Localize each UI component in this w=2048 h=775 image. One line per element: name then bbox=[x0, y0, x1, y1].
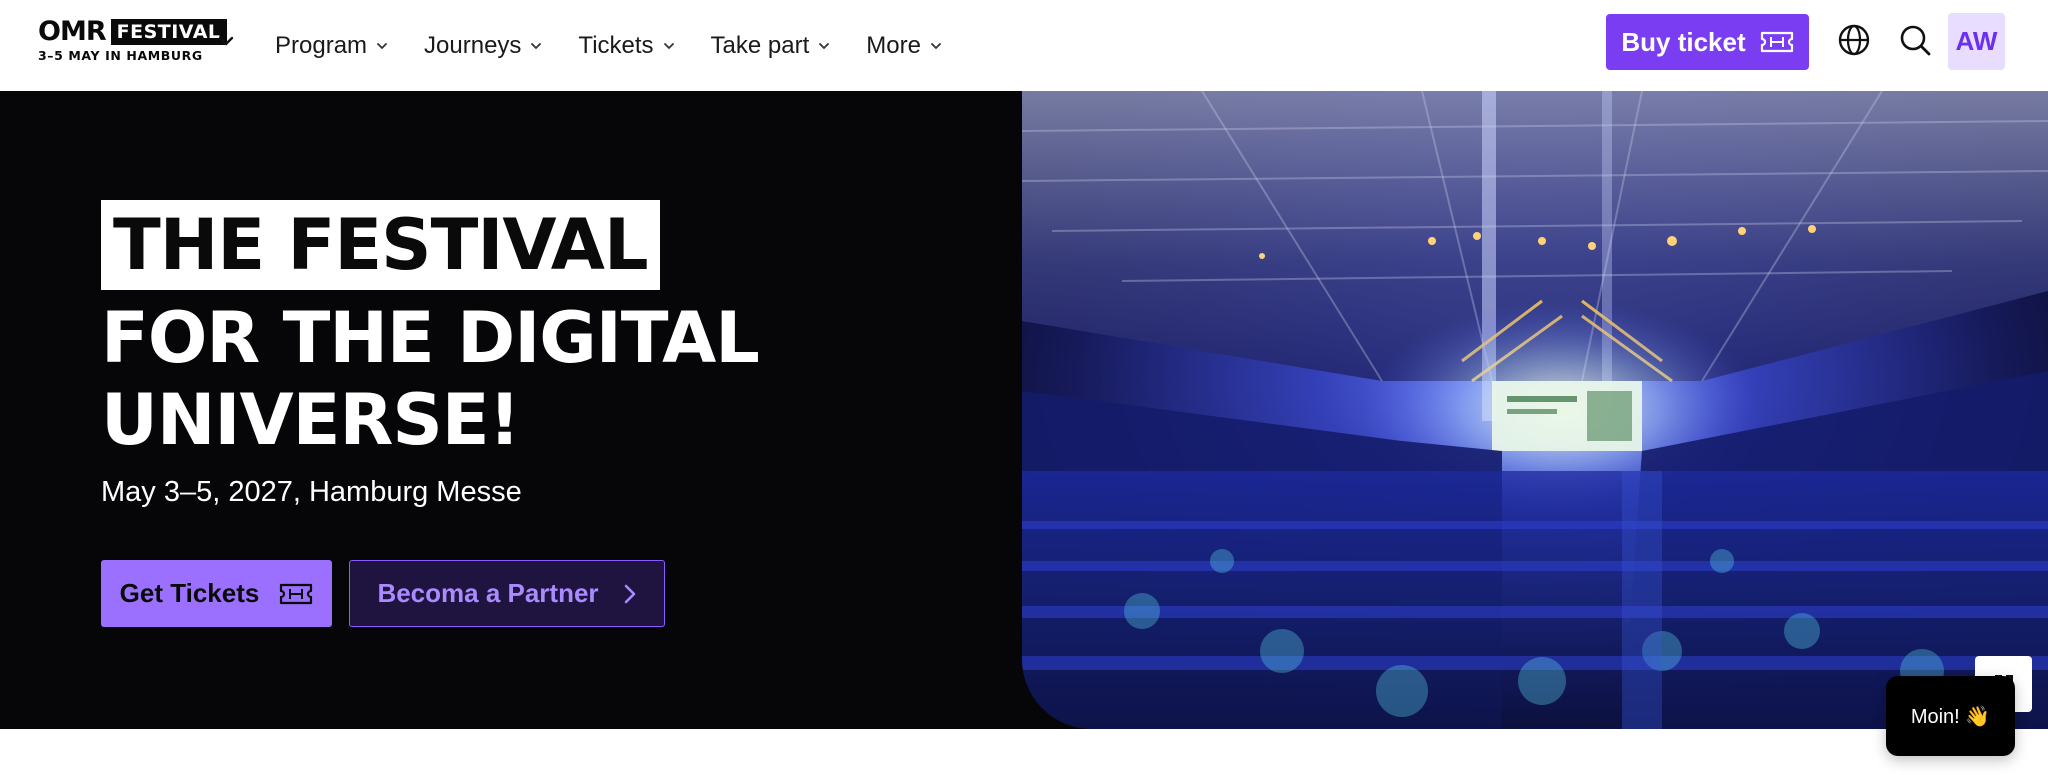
hero-title-highlight: THE FESTIVAL bbox=[101, 200, 660, 290]
menu-item-label: Tickets bbox=[578, 31, 654, 59]
menu-item-take-part[interactable]: Take part bbox=[711, 32, 832, 60]
search-icon[interactable] bbox=[1897, 22, 1933, 58]
chevron-down-icon bbox=[531, 42, 542, 49]
main-menu: Program Journeys Tickets Take part More bbox=[275, 0, 978, 91]
become-partner-label: Becoma a Partner bbox=[377, 578, 599, 608]
hero-title-line-1: THE FESTIVAL bbox=[113, 204, 649, 286]
menu-item-journeys[interactable]: Journeys bbox=[424, 32, 543, 60]
omr-festival-logo[interactable]: OMR FESTIVAL 3–5 MAY IN HAMBURG bbox=[38, 16, 227, 65]
menu-item-more[interactable]: More bbox=[866, 32, 943, 60]
logo-badge: FESTIVAL bbox=[110, 19, 227, 45]
chevron-down-icon bbox=[819, 42, 830, 49]
logo-tagline: 3–5 MAY IN HAMBURG bbox=[38, 48, 203, 63]
get-tickets-label: Get Tickets bbox=[119, 578, 260, 608]
get-tickets-button[interactable]: Get Tickets bbox=[101, 560, 332, 627]
chevron-right-icon bbox=[624, 584, 635, 603]
menu-item-label: More bbox=[866, 31, 921, 59]
buy-ticket-button[interactable]: Buy ticket bbox=[1606, 14, 1809, 70]
buy-ticket-label: Buy ticket bbox=[1621, 26, 1746, 57]
hero-date-location: May 3–5, 2027, Hamburg Messe bbox=[101, 476, 522, 508]
logo-word: OMR bbox=[38, 16, 107, 47]
chevron-down-icon bbox=[377, 42, 387, 49]
menu-item-label: Journeys bbox=[424, 31, 522, 59]
menu-item-label: Program bbox=[275, 31, 368, 59]
chevron-down-icon bbox=[663, 42, 674, 49]
chevron-down-icon bbox=[931, 42, 941, 49]
hero-title-line-2: FOR THE DIGITAL bbox=[101, 297, 760, 379]
chevron-down-icon[interactable] bbox=[216, 31, 236, 51]
ticket-icon bbox=[280, 583, 313, 604]
top-navigation: OMR FESTIVAL 3–5 MAY IN HAMBURG Program … bbox=[0, 0, 2048, 91]
menu-item-program[interactable]: Program bbox=[275, 32, 389, 60]
hero-title-line-3: UNIVERSE! bbox=[101, 379, 521, 461]
logo-mark: OMR FESTIVAL bbox=[38, 16, 227, 47]
menu-item-label: Take part bbox=[710, 31, 810, 59]
user-avatar[interactable]: AW bbox=[1948, 13, 2005, 70]
ticket-icon bbox=[1760, 31, 1793, 53]
globe-icon[interactable] bbox=[1836, 22, 1872, 58]
arena-photo bbox=[1022, 91, 2048, 729]
menu-item-tickets[interactable]: Tickets bbox=[578, 32, 675, 60]
become-partner-button[interactable]: Becoma a Partner bbox=[349, 560, 665, 627]
chat-greeting-bubble[interactable]: Moin! 👋 bbox=[1886, 676, 2015, 756]
hero-section: THE FESTIVAL FOR THE DIGITAL UNIVERSE! M… bbox=[0, 91, 2048, 729]
